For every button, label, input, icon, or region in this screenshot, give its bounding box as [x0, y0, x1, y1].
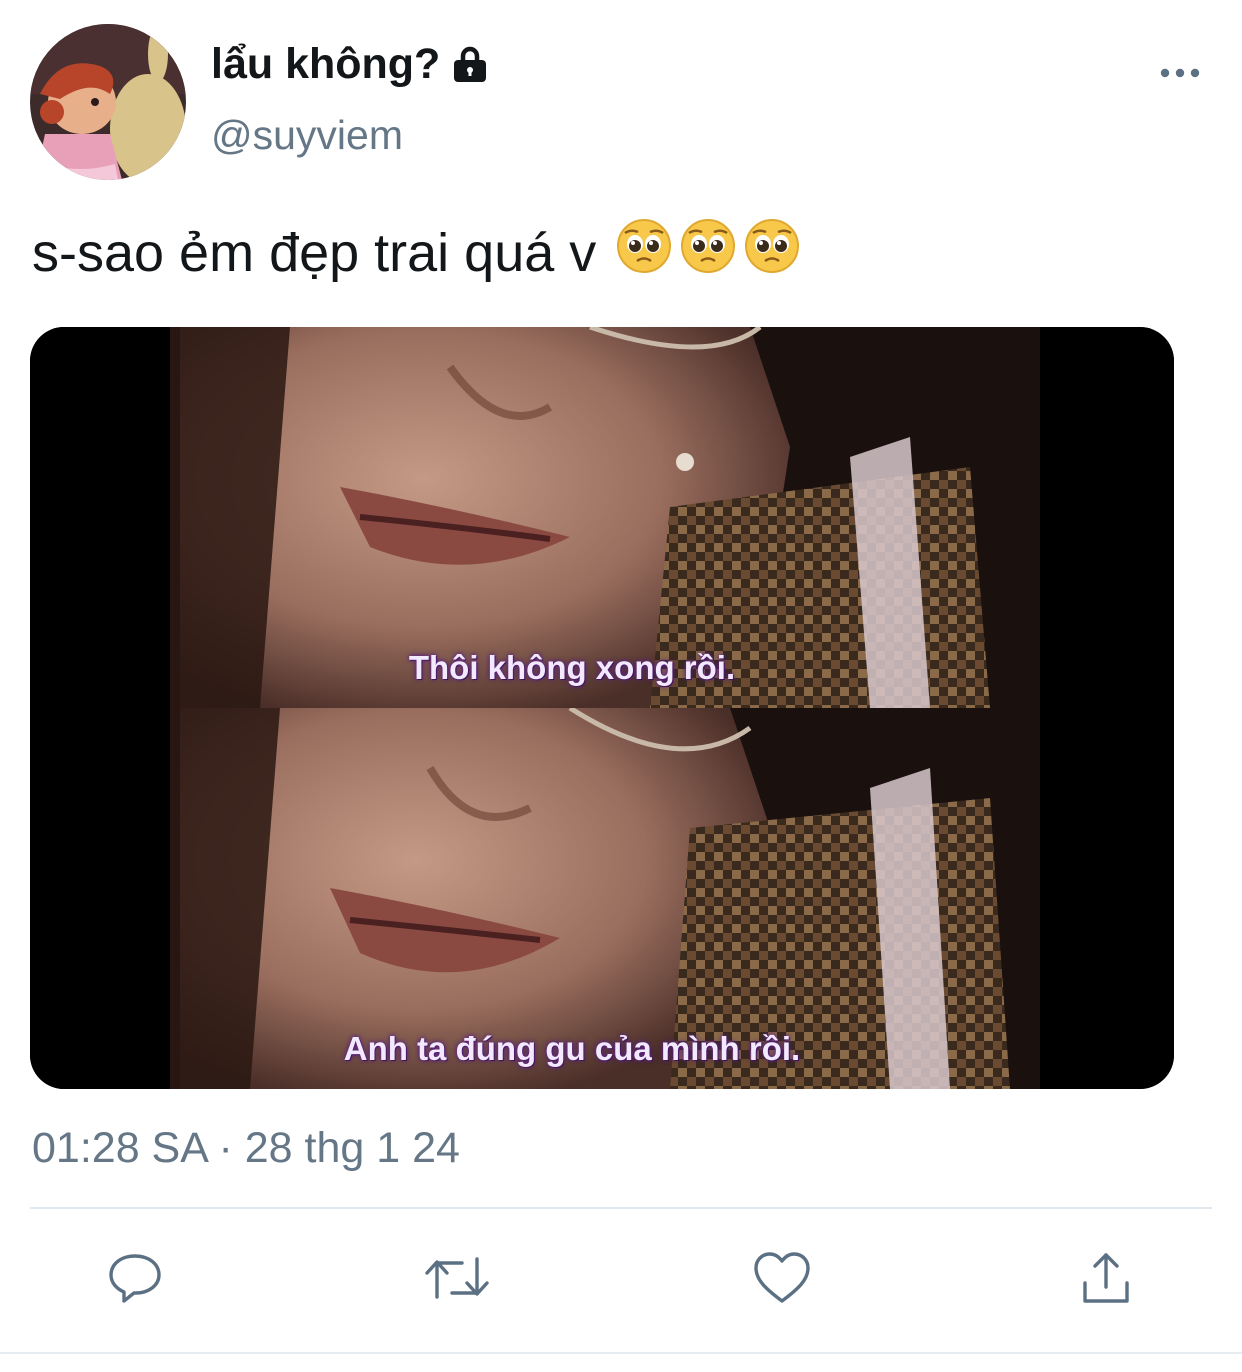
pleading-face-emoji — [680, 218, 736, 287]
heart-icon — [752, 1249, 812, 1312]
like-button[interactable] — [750, 1248, 814, 1312]
divider — [30, 1207, 1212, 1209]
more-dots-icon — [1160, 65, 1200, 83]
tweet-timestamp[interactable]: 01:28 SA · 28 thg 1 24 — [32, 1124, 460, 1173]
retweet-button[interactable] — [425, 1248, 489, 1312]
tweet-text: s-sao ẻm đẹp trai quá v — [32, 218, 800, 287]
media-frame-bottom: Anh ta đúng gu của mình rồi. — [30, 708, 1174, 1089]
avatar[interactable] — [30, 24, 186, 180]
retweet-icon — [424, 1249, 490, 1312]
share-button[interactable] — [1074, 1248, 1138, 1312]
subtitle-text: Thôi không xong rồi. — [408, 649, 736, 686]
tweet-text-content: s-sao ẻm đẹp trai quá v — [32, 222, 597, 283]
handle[interactable]: @suyviem — [211, 112, 403, 159]
lock-icon — [448, 43, 492, 87]
pleading-face-emoji — [744, 218, 800, 287]
tweet-media[interactable]: Thôi không xong rồi. Anh ta đúng gu của … — [30, 327, 1174, 1089]
subtitle-text: Anh ta đúng gu của mình rồi. — [343, 1030, 801, 1067]
media-frame-top: Thôi không xong rồi. — [30, 327, 1174, 708]
pleading-face-emoji — [616, 218, 672, 287]
bottom-divider — [0, 1352, 1242, 1354]
display-name-text: lẩu không? — [211, 40, 441, 88]
share-icon — [1077, 1249, 1135, 1312]
emoji-group — [616, 218, 800, 287]
more-button[interactable] — [1148, 56, 1212, 92]
reply-icon — [106, 1249, 164, 1312]
display-name[interactable]: lẩu không? — [211, 40, 492, 89]
reply-button[interactable] — [103, 1248, 167, 1312]
